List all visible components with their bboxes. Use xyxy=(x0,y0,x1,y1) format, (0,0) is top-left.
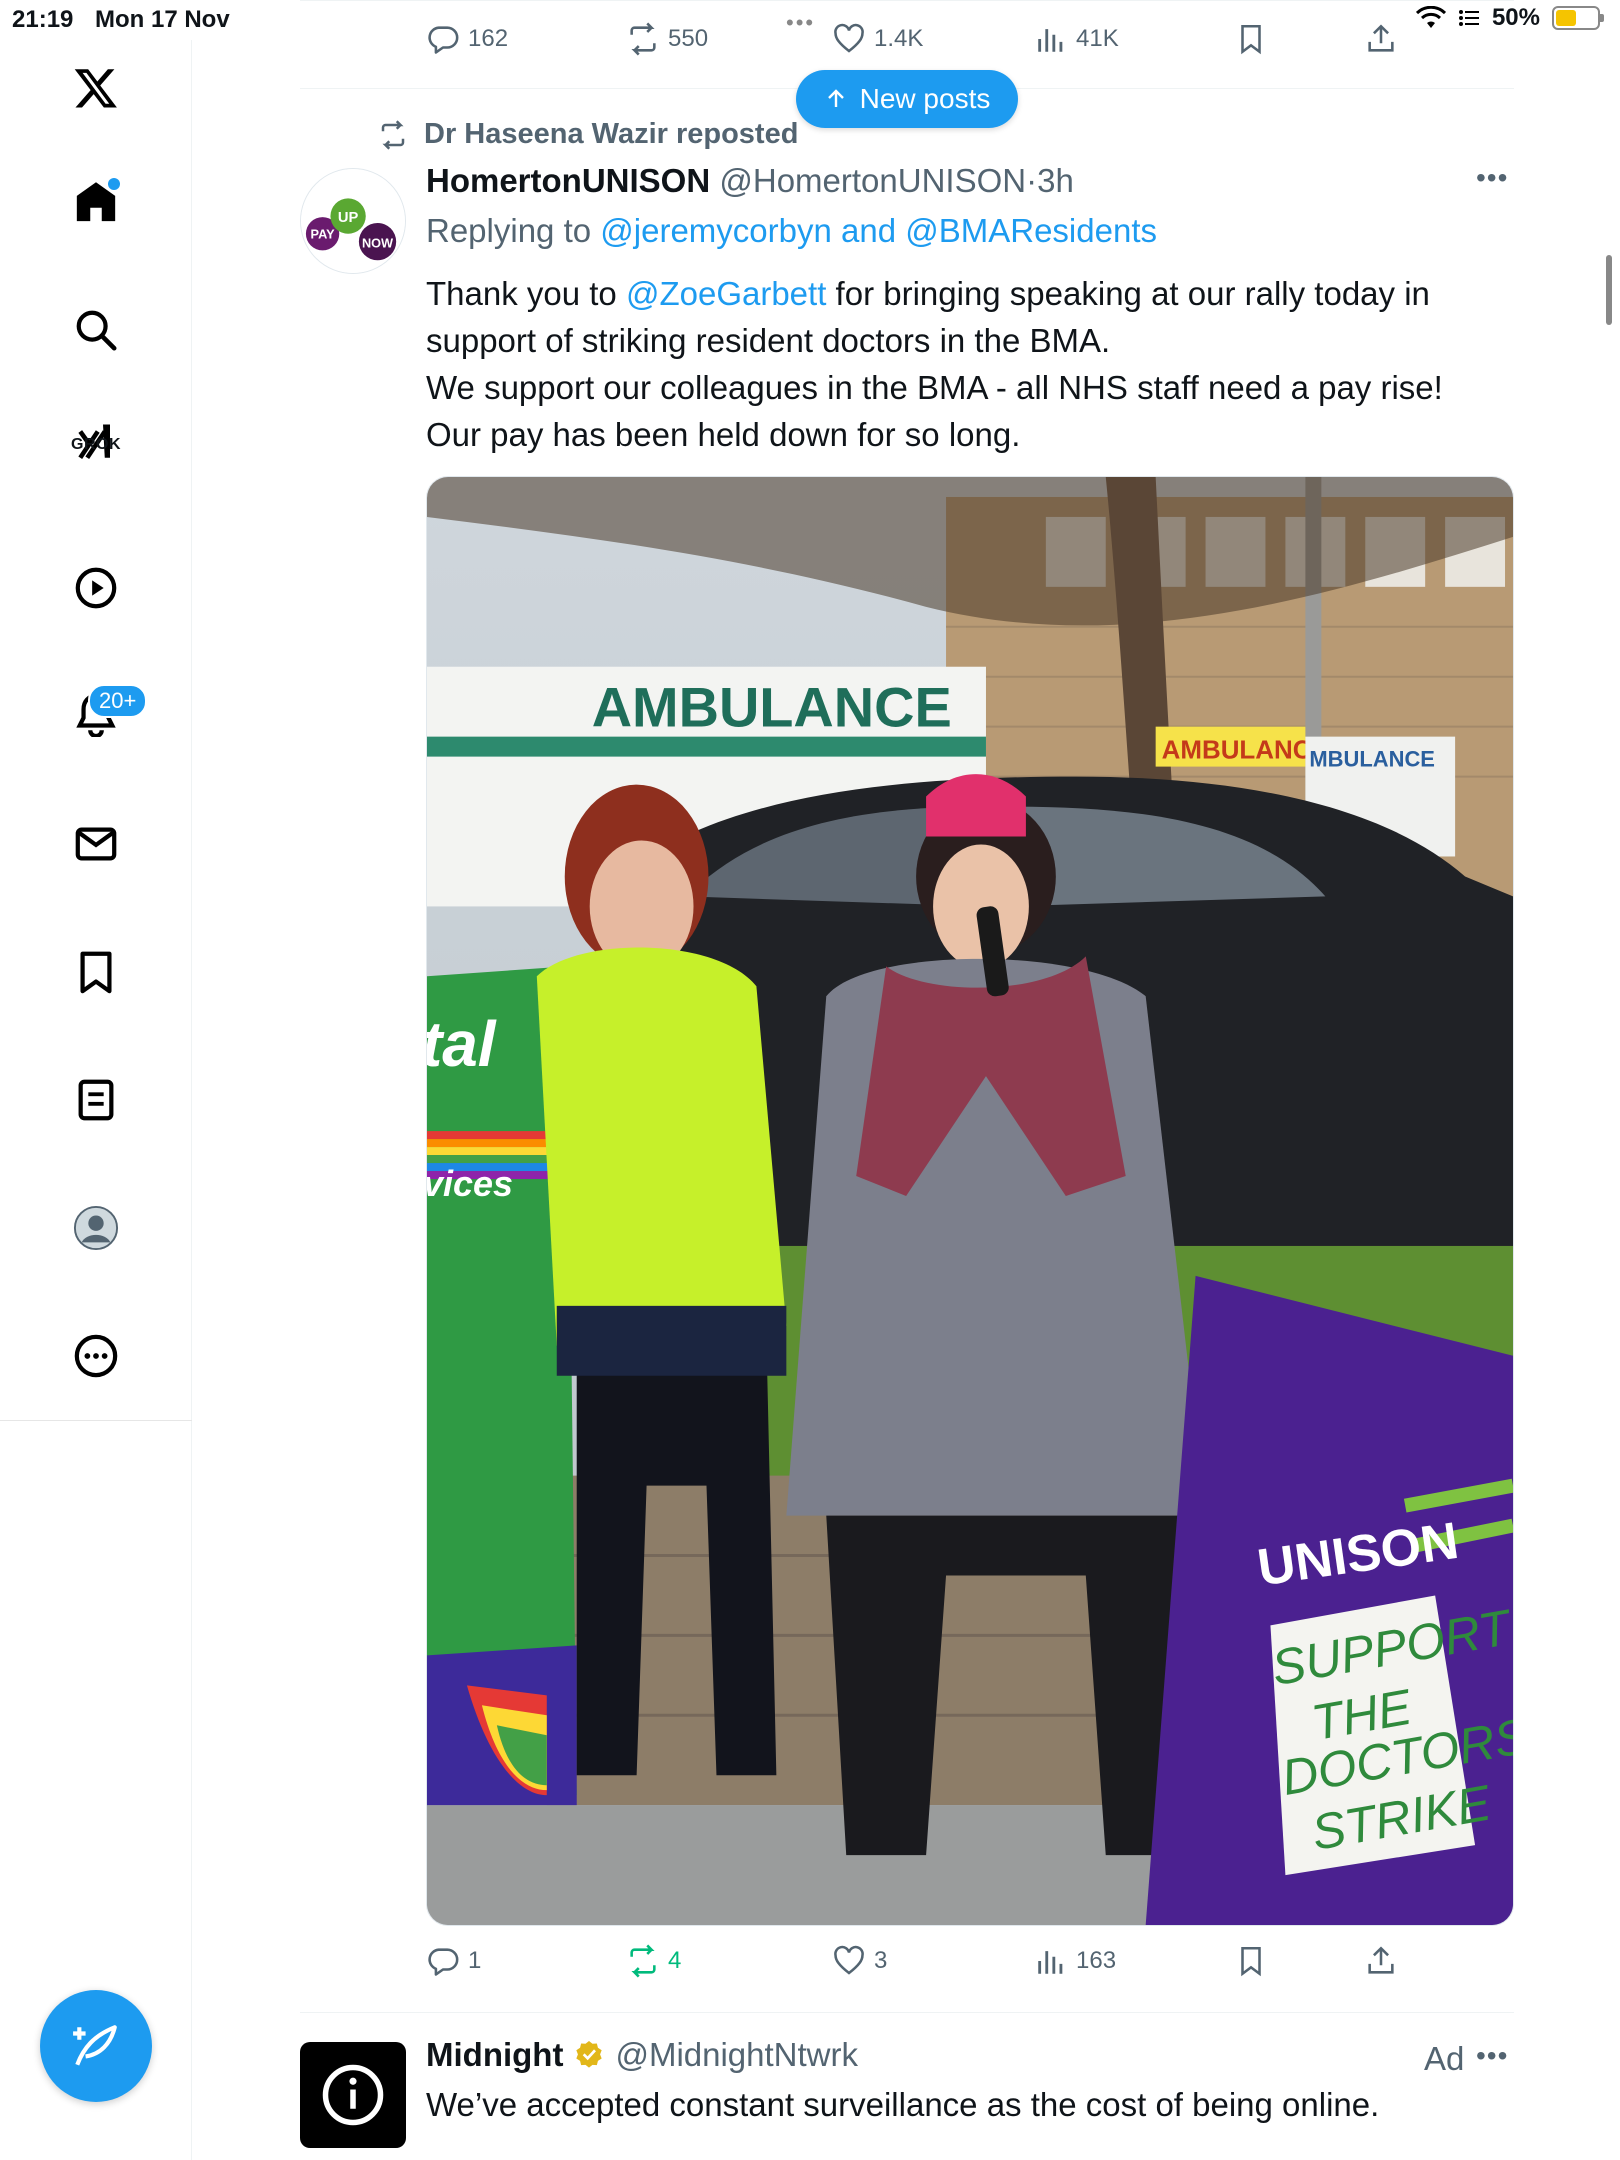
sidebar-divider xyxy=(0,1420,192,1421)
reposted-by-text: Dr Haseena Wazir reposted xyxy=(424,118,799,150)
prev-repost-count: 550 xyxy=(668,25,709,52)
scrollbar[interactable] xyxy=(1606,255,1612,325)
prev-views-button[interactable]: 41K xyxy=(1034,22,1119,56)
tweet-text-line4: Our pay has been held down for so long. xyxy=(426,416,1021,453)
bookmark-icon xyxy=(1241,1946,1261,1977)
repost-icon xyxy=(630,22,656,56)
x-logo-icon[interactable] xyxy=(70,62,122,114)
heart-icon xyxy=(834,23,864,53)
rally-photo: AMBULANCE AMBULANCE MBULANCE tal vices U… xyxy=(427,477,1513,1925)
tweet-header: HomertonUNISON @HomertonUNISON·3h xyxy=(426,162,1074,200)
tweet-divider xyxy=(300,2012,1514,2013)
views-icon xyxy=(1038,29,1063,52)
mention-link[interactable]: @ZoeGarbett xyxy=(626,275,826,312)
banner-text2: vices xyxy=(427,1163,513,1204)
replying-to: Replying to @jeremycorbyn and @BMAReside… xyxy=(426,212,1157,250)
prev-like-count: 1.4K xyxy=(874,25,924,52)
tweet-text-prefix: Thank you to xyxy=(426,275,617,312)
heart-icon xyxy=(834,1945,864,1975)
messages-icon[interactable] xyxy=(70,818,122,870)
status-date: Mon 17 Nov xyxy=(95,6,230,33)
prev-reply-count: 162 xyxy=(468,25,509,52)
share-icon xyxy=(1368,1946,1394,1974)
repost-count: 4 xyxy=(668,1947,682,1974)
share-button[interactable] xyxy=(1364,1944,1398,1978)
repost-icon xyxy=(630,1944,656,1978)
reply-count: 1 xyxy=(468,1947,482,1974)
author-handle[interactable]: @HomertonUNISON xyxy=(719,162,1026,199)
tweet-text-line1: for bringing speaking at our rally today… xyxy=(835,275,1430,312)
repost-attribution[interactable]: Dr Haseena Wazir reposted xyxy=(376,118,798,151)
like-count: 3 xyxy=(874,1947,888,1974)
reply-button[interactable]: 1 xyxy=(426,1944,481,1978)
new-posts-button[interactable]: New posts xyxy=(796,70,1018,128)
ad-handle[interactable]: @MidnightNtwrk xyxy=(615,2036,858,2074)
author-name[interactable]: HomertonUNISON xyxy=(426,162,710,199)
arrow-up-icon xyxy=(827,89,844,107)
ad-avatar[interactable] xyxy=(300,2042,406,2148)
prev-bookmark-button[interactable] xyxy=(1234,22,1268,56)
verified-badge-icon xyxy=(576,2041,603,2068)
like-button[interactable]: 3 xyxy=(832,1944,887,1978)
reply-icon xyxy=(428,1948,459,1976)
tweet-divider-top xyxy=(300,0,1514,1)
notifications-badge: 20+ xyxy=(88,684,148,718)
bookmark-button[interactable] xyxy=(1234,1944,1268,1978)
search-icon[interactable] xyxy=(70,304,122,356)
bookmarks-icon[interactable] xyxy=(70,946,122,998)
share-icon xyxy=(1368,24,1394,52)
prev-repost-button[interactable]: 550 xyxy=(626,22,708,56)
avatar-up-text: UP xyxy=(338,210,359,226)
reply-icon xyxy=(428,26,459,54)
tweet-time[interactable]: 3h xyxy=(1037,162,1074,199)
replying-prefix: Replying to xyxy=(426,212,592,249)
avatar-pay-text: PAY xyxy=(311,227,336,242)
new-posts-label: New posts xyxy=(859,83,991,114)
views-icon xyxy=(1038,1951,1063,1974)
compose-post-button[interactable] xyxy=(40,1990,152,2102)
separator-dot: · xyxy=(1026,162,1038,199)
status-indicators: 50% xyxy=(1415,4,1604,32)
ad-more-icon[interactable]: ••• xyxy=(1476,2040,1508,2072)
prev-like-button[interactable]: 1.4K xyxy=(832,22,923,56)
tweet-more-icon[interactable]: ••• xyxy=(1476,162,1508,194)
ad-header: Midnight @MidnightNtwrk xyxy=(426,2036,858,2074)
views-count: 163 xyxy=(1076,1947,1117,1974)
tweet-photo[interactable]: AMBULANCE AMBULANCE MBULANCE tal vices U… xyxy=(426,476,1514,1926)
repost-button[interactable]: 4 xyxy=(626,1944,681,1978)
views-button[interactable]: 163 xyxy=(1034,1944,1116,1978)
ad-name[interactable]: Midnight xyxy=(426,2036,563,2074)
video-icon[interactable] xyxy=(70,562,122,614)
battery-percent: 50% xyxy=(1491,4,1540,31)
bookmark-icon xyxy=(1241,24,1261,55)
wifi-icon xyxy=(1415,6,1446,28)
status-time: 21:19 xyxy=(12,6,74,33)
repost-icon xyxy=(381,119,405,150)
home-icon[interactable] xyxy=(70,176,122,228)
prev-reply-button[interactable]: 162 xyxy=(426,22,508,56)
ambulance-small2-text: MBULANCE xyxy=(1309,747,1435,772)
avatar-now-text: NOW xyxy=(362,235,394,250)
more-icon[interactable] xyxy=(70,1330,122,1382)
ad-text: We’ve accepted constant surveillance as … xyxy=(426,2086,1380,2123)
banner-text: tal xyxy=(427,1008,497,1080)
grok-label: GROK xyxy=(71,436,121,453)
tweet-text-line3: We support our colleagues in the BMA - a… xyxy=(426,369,1443,406)
lists-icon[interactable] xyxy=(70,1074,122,1126)
multitasking-dots-icon[interactable]: ••• xyxy=(786,10,815,36)
home-notification-dot xyxy=(108,178,120,190)
battery-icon xyxy=(1552,6,1604,30)
replying-to-links[interactable]: @jeremycorbyn and @BMAResidents xyxy=(600,212,1157,249)
prev-share-button[interactable] xyxy=(1364,22,1398,56)
ad-label: Ad xyxy=(1424,2040,1465,2077)
profile-icon[interactable] xyxy=(70,1202,122,1254)
author-avatar[interactable]: PAY UP NOW xyxy=(300,168,406,274)
list-status-icon xyxy=(1458,10,1479,26)
ambulance-small-text: AMBULANCE xyxy=(1162,737,1329,765)
tweet-text: Thank you to @ZoeGarbett for bringing sp… xyxy=(426,270,1516,458)
midnight-logo-icon xyxy=(322,2064,384,2126)
ambulance-text: AMBULANCE xyxy=(592,676,952,739)
prev-views-count: 41K xyxy=(1076,25,1119,52)
tweet-text-line2: support of striking resident doctors in … xyxy=(426,322,1111,359)
